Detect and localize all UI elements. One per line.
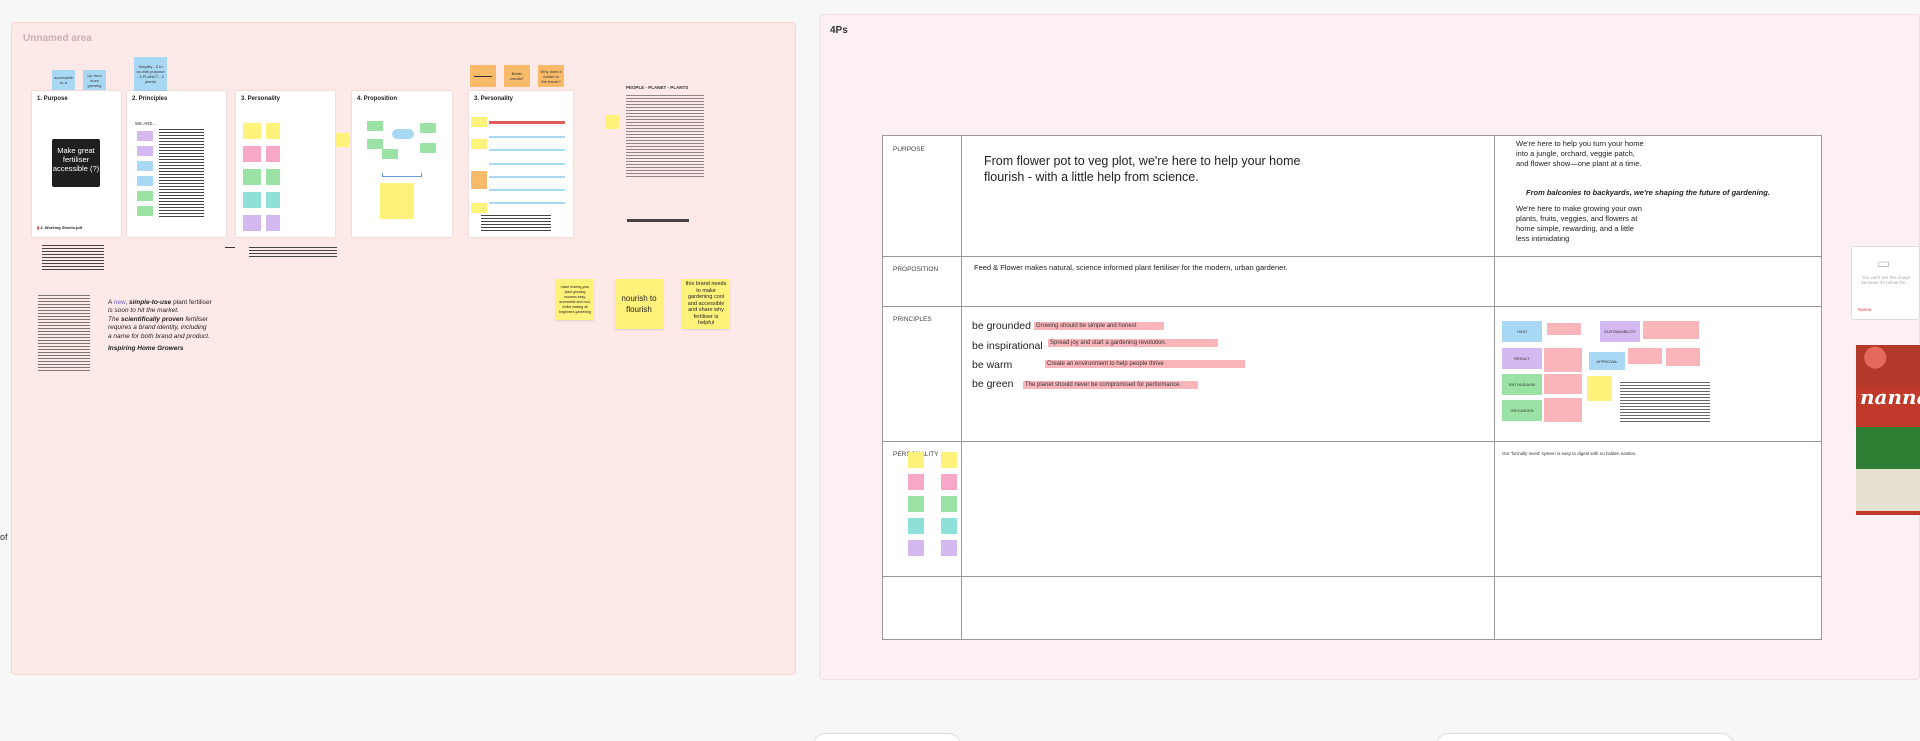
personality-chip[interactable] — [908, 540, 924, 556]
unnamed-area[interactable]: Unnamed area accessible to a Up front do… — [11, 22, 796, 675]
principle-tag: The planet should never be compromised f… — [1023, 381, 1198, 389]
proposition-text: Feed & Flower makes natural, science inf… — [974, 263, 1288, 272]
sheet-title: 3. Personality — [241, 96, 281, 102]
bottom-panel[interactable] — [1435, 733, 1735, 741]
sticky-note-accessible[interactable]: this brand needs to make gardening cool … — [682, 279, 730, 329]
purpose-right-text-2: We're here to make growing your own plan… — [1516, 204, 1642, 243]
principle-label: be inspirational — [972, 340, 1043, 352]
image-placeholder-card[interactable]: ▭ You can't see this image because it's … — [1851, 246, 1920, 320]
sheet-title: 4. Proposition — [357, 96, 398, 102]
four-ps-grid[interactable]: PURPOSE PROPOSITION PRINCIPLES PERSONALI… — [882, 135, 1822, 640]
working-sheet-principles[interactable]: 2. Principles WE ARE... — [127, 91, 226, 237]
purpose-statement: From flower pot to veg plot, we're here … — [984, 154, 1301, 184]
canvas-edge-text: of — [0, 532, 8, 542]
sticky-note-yellow[interactable]: make sharing your plant growing success … — [556, 279, 594, 320]
area-label: 4Ps — [830, 25, 848, 36]
purpose-box: Make great fertiliser accessible (?) — [52, 139, 100, 187]
sticky-note-nourish[interactable]: nourish to flourish — [615, 279, 663, 329]
sticky-note-orange[interactable]: Why does it matter to the future? — [538, 65, 564, 87]
personality-note: Our 'formally loved' system is easy to d… — [1502, 451, 1637, 456]
row-label-proposition: PROPOSITION — [893, 266, 939, 273]
principle-label: be green — [972, 378, 1014, 390]
people-planet-heading: PEOPLE - PLANET - PLANTS — [626, 85, 689, 90]
image-icon: ▭ — [1877, 255, 1891, 271]
pdf-attachment[interactable]: ▮ 2. Working Sheets.pdf — [37, 225, 82, 230]
chip[interactable]: RESULT — [1502, 348, 1542, 369]
principles-label: WE ARE... — [135, 121, 157, 126]
sheet-title: 1. Purpose — [37, 96, 68, 102]
chip[interactable]: HIGH — [1502, 321, 1542, 342]
sticky-note-blue[interactable]: accessible to a — [52, 70, 75, 90]
image-card-text: You can't see this image because it's be… — [1861, 275, 1911, 285]
working-sheet-personality-2[interactable]: 3. Personality — [469, 91, 573, 237]
working-sheet-purpose[interactable]: 1. Purpose Make great fertiliser accessi… — [32, 91, 121, 237]
principle-label: be warm — [972, 359, 1013, 371]
personality-chip[interactable] — [908, 474, 924, 490]
row-label-principles: PRINCIPLES — [893, 316, 932, 323]
brief-text: A new, simple-to-use plant fertiliser is… — [108, 299, 212, 353]
sticky-note-orange[interactable]: Better results? — [504, 65, 530, 87]
bottom-panel[interactable] — [812, 733, 962, 741]
brand-wordmark: nanna — [1860, 385, 1920, 409]
image-card-link[interactable]: Nanna — [1858, 307, 1871, 312]
pdf-label: 2. Working Sheets.pdf — [40, 225, 83, 230]
area-label: Unnamed area — [23, 33, 92, 44]
working-sheet-personality[interactable]: 3. Personality — [236, 91, 335, 237]
sticky-note-orange[interactable] — [470, 65, 496, 87]
working-sheet-proposition[interactable]: 4. Proposition — [352, 91, 452, 237]
chip[interactable]: APPROVAL — [1589, 352, 1625, 370]
pdf-icon: ▮ — [37, 225, 40, 230]
sticky-note-blue[interactable]: Up front does growing — [83, 70, 106, 90]
chip[interactable]: ENTHUSIASM — [1502, 374, 1542, 395]
chip[interactable]: SUSTAINABILITY — [1600, 321, 1640, 342]
purpose-right-text: We're here to help you turn your home in… — [1516, 139, 1644, 168]
personality-chip[interactable] — [908, 452, 924, 468]
sheet-title: 3. Personality — [474, 96, 514, 102]
principle-tag: Growing should be simple and honest — [1034, 322, 1164, 330]
purpose-right-bold: From balconies to backyards, we're shapi… — [1526, 188, 1770, 197]
sheet-title: 2. Principles — [132, 96, 168, 102]
principle-tag: Create an environment to help people thr… — [1045, 360, 1245, 368]
principle-label: be grounded — [972, 320, 1031, 332]
personality-chip[interactable] — [908, 518, 924, 534]
personality-chip[interactable] — [908, 496, 924, 512]
principle-tag: Spread joy and start a gardening revolut… — [1048, 339, 1218, 347]
sticky-note-blue[interactable]: Simplify - 2 to do with purpose - 3 PLAN… — [134, 57, 167, 91]
brand-image-strip[interactable]: nanna — [1856, 345, 1920, 515]
chip[interactable]: GROUNDED — [1502, 400, 1542, 421]
